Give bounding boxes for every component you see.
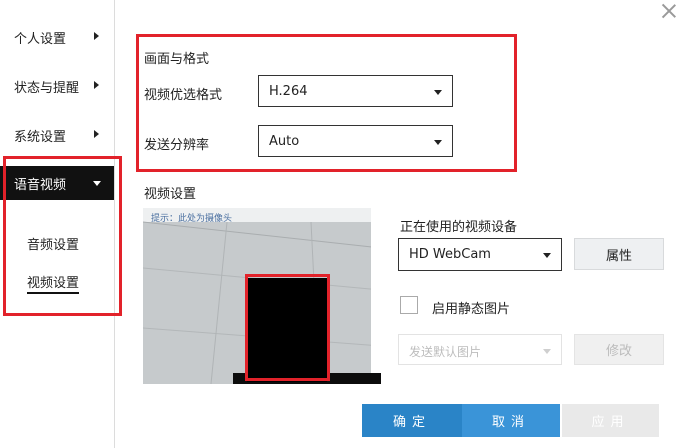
properties-button[interactable]: 属性 (574, 238, 664, 270)
static-image-checkbox[interactable] (400, 296, 418, 314)
annotation-box-sidebar (3, 156, 122, 316)
sidebar-item-label: 状态与提醒 (14, 80, 80, 96)
resolution-select-value: Auto (269, 134, 300, 149)
section-title-video: 视频设置 (144, 187, 197, 202)
device-select[interactable]: HD WebCam (398, 238, 562, 271)
chevron-down-icon (543, 253, 551, 258)
device-select-value: HD WebCam (409, 247, 491, 262)
camera-preview-overlay-text: 提示：此处为摄像头 (151, 214, 233, 224)
modify-button[interactable]: 修改 (574, 334, 664, 365)
format-select-value: H.264 (269, 84, 308, 99)
sidebar-item-personal[interactable]: 个人设置 (0, 20, 114, 54)
sidebar-item-status[interactable]: 状态与提醒 (0, 69, 114, 103)
default-image-select[interactable]: 发送默认图片 (398, 334, 562, 365)
device-label: 正在使用的视频设备 (400, 220, 518, 235)
sidebar-item-label: 系统设置 (14, 129, 67, 145)
resolution-select[interactable]: Auto (258, 125, 453, 157)
format-label: 视频优选格式 (144, 88, 223, 103)
ok-button[interactable]: 确定 (362, 404, 462, 437)
cancel-button[interactable]: 取消 (462, 404, 560, 437)
chevron-down-icon (434, 90, 442, 95)
resolution-label: 发送分辨率 (144, 138, 210, 153)
chevron-right-icon (94, 32, 99, 40)
close-icon[interactable] (660, 2, 678, 20)
chevron-right-icon (94, 81, 99, 89)
chevron-down-icon (543, 349, 551, 354)
format-select[interactable]: H.264 (258, 75, 453, 107)
sidebar-item-label: 个人设置 (14, 31, 67, 47)
chevron-down-icon (434, 140, 442, 145)
section-title-format: 画面与格式 (144, 52, 210, 67)
annotation-box-preview (245, 274, 330, 381)
default-image-select-value: 发送默认图片 (409, 345, 482, 359)
static-image-label: 启用静态图片 (432, 302, 511, 317)
chevron-right-icon (94, 130, 99, 138)
sidebar-item-system[interactable]: 系统设置 (0, 118, 114, 152)
apply-button[interactable]: 应用 (562, 404, 659, 437)
